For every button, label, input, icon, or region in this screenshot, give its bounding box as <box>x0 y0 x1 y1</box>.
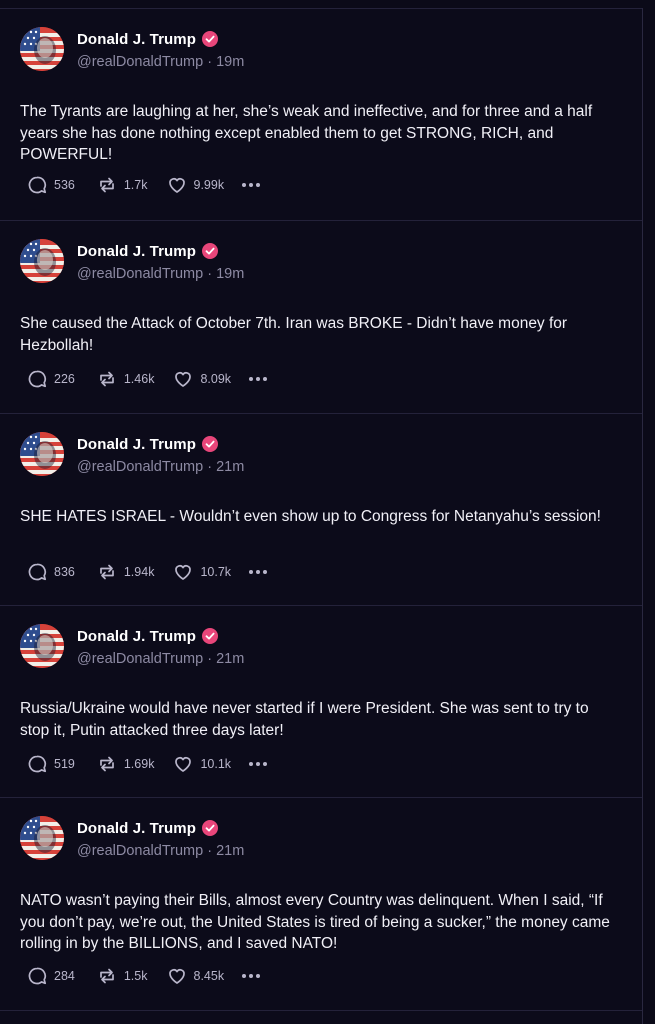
author-name[interactable]: Donald J. Trump <box>77 820 196 837</box>
post-text: SHE HATES ISRAEL - Wouldn’t even show up… <box>20 508 601 525</box>
reply-count: 536 <box>54 178 75 192</box>
heart-icon <box>168 178 185 193</box>
retruth-button[interactable]: 1.94k <box>96 561 155 583</box>
retruth-button[interactable]: 1.46k <box>96 368 155 390</box>
like-button[interactable]: 9.99k <box>166 174 225 196</box>
heart-icon <box>175 372 192 387</box>
avatar[interactable] <box>20 239 64 283</box>
retruth-count: 1.5k <box>123 969 148 983</box>
reply-count: 284 <box>54 969 75 983</box>
post-header: Donald J. Trump @realDonaldTrump · 19m <box>20 221 622 287</box>
author-block: Donald J. Trump @realDonaldTrump · 21m <box>77 434 245 476</box>
action-bar: 836 1.94k 10.7k <box>26 560 268 584</box>
reply-button[interactable]: 536 <box>26 174 75 196</box>
retruth-count: 1.46k <box>123 372 155 386</box>
like-count: 8.09k <box>200 372 232 386</box>
post[interactable]: Donald J. Trump @realDonaldTrump · 21m S… <box>0 413 642 605</box>
author-block: Donald J. Trump @realDonaldTrump · 19m <box>77 241 245 283</box>
reply-count: 226 <box>54 372 75 386</box>
retruth-icon <box>100 756 114 772</box>
post-meta: @realDonaldTrump · 21m <box>77 843 245 859</box>
post-text: She caused the Attack of October 7th. Ir… <box>20 315 568 354</box>
post-header: Donald J. Trump @realDonaldTrump · 21m <box>20 606 622 672</box>
post-meta: @realDonaldTrump · 21m <box>77 651 245 667</box>
reply-button[interactable]: 836 <box>26 561 75 583</box>
post-header: Donald J. Trump @realDonaldTrump · 21m <box>20 798 622 864</box>
author-block: Donald J. Trump @realDonaldTrump · 21m <box>77 818 245 860</box>
retruth-count: 1.94k <box>123 565 155 579</box>
post-text: The Tyrants are laughing at her, she’s w… <box>20 103 593 163</box>
avatar[interactable] <box>20 27 64 71</box>
like-button[interactable]: 10.7k <box>172 561 231 583</box>
avatar[interactable] <box>20 816 64 860</box>
author-name[interactable]: Donald J. Trump <box>77 243 196 260</box>
more-options-icon[interactable] <box>241 973 261 979</box>
action-bar: 536 1.7k 9.99k <box>26 173 261 197</box>
heart-icon <box>168 969 185 984</box>
verified-badge-icon <box>202 243 219 259</box>
post-header: Donald J. Trump @realDonaldTrump · 21m <box>20 414 622 480</box>
post-meta: @realDonaldTrump · 19m <box>77 54 245 70</box>
like-button[interactable]: 8.09k <box>172 368 231 390</box>
author-name[interactable]: Donald J. Trump <box>77 31 196 48</box>
retruth-count: 1.69k <box>123 757 155 771</box>
post-meta: @realDonaldTrump · 21m <box>77 459 245 475</box>
post-text: NATO wasn’t paying their Bills, almost e… <box>20 892 610 952</box>
retruth-button[interactable]: 1.7k <box>96 174 148 196</box>
retruth-button[interactable]: 1.5k <box>96 965 148 987</box>
more-options-icon[interactable] <box>241 182 261 188</box>
retruth-count: 1.7k <box>123 178 148 192</box>
post-header: Donald J. Trump @realDonaldTrump · 19m <box>20 9 622 75</box>
reply-count: 519 <box>54 757 75 771</box>
author-block: Donald J. Trump @realDonaldTrump · 21m <box>77 626 245 668</box>
more-options-icon[interactable] <box>248 376 268 382</box>
reply-icon <box>28 755 47 773</box>
verified-badge-icon <box>202 628 219 644</box>
reply-icon <box>28 176 47 194</box>
post-meta: @realDonaldTrump · 19m <box>77 266 245 282</box>
like-count: 8.45k <box>193 969 225 983</box>
heart-icon <box>175 757 192 772</box>
retruth-button[interactable]: 1.69k <box>96 753 155 775</box>
retruth-icon <box>100 371 114 387</box>
post[interactable]: Donald J. Trump @realDonaldTrump · 19m T… <box>0 8 642 220</box>
reply-icon <box>28 967 47 985</box>
author-block: Donald J. Trump @realDonaldTrump · 19m <box>77 29 245 71</box>
like-count: 10.1k <box>200 757 232 771</box>
author-name[interactable]: Donald J. Trump <box>77 628 196 645</box>
reply-button[interactable]: 284 <box>26 965 75 987</box>
post-feed: Donald J. Trump @realDonaldTrump · 19m T… <box>0 8 643 1024</box>
reply-icon <box>28 563 47 581</box>
post[interactable]: Donald J. Trump @realDonaldTrump · 19m S… <box>0 220 642 413</box>
like-button[interactable]: 10.1k <box>172 753 231 775</box>
action-bar: 226 1.46k 8.09k <box>26 367 268 391</box>
like-count: 9.99k <box>193 178 225 192</box>
post[interactable]: Donald J. Trump @realDonaldTrump · 21m R… <box>0 605 642 797</box>
reply-button[interactable]: 519 <box>26 753 75 775</box>
reply-count: 836 <box>54 565 75 579</box>
reply-button[interactable]: 226 <box>26 368 75 390</box>
action-bar: 519 1.69k 10.1k <box>26 752 268 776</box>
heart-icon <box>175 565 192 580</box>
post-text: Russia/Ukraine would have never started … <box>20 700 589 739</box>
reply-icon <box>28 370 47 388</box>
more-options-icon[interactable] <box>248 761 268 767</box>
avatar[interactable] <box>20 432 64 476</box>
verified-badge-icon <box>202 31 219 47</box>
author-name[interactable]: Donald J. Trump <box>77 436 196 453</box>
like-count: 10.7k <box>200 565 232 579</box>
verified-badge-icon <box>202 436 219 452</box>
retruth-icon <box>100 177 114 193</box>
like-button[interactable]: 8.45k <box>166 965 225 987</box>
post[interactable]: Donald J. Trump @realDonaldTrump · 21m N… <box>0 797 642 1011</box>
action-bar: 284 1.5k 8.45k <box>26 964 261 988</box>
more-options-icon[interactable] <box>248 569 268 575</box>
retruth-icon <box>100 968 114 984</box>
retruth-icon <box>100 564 114 580</box>
verified-badge-icon <box>202 820 219 836</box>
avatar[interactable] <box>20 624 64 668</box>
